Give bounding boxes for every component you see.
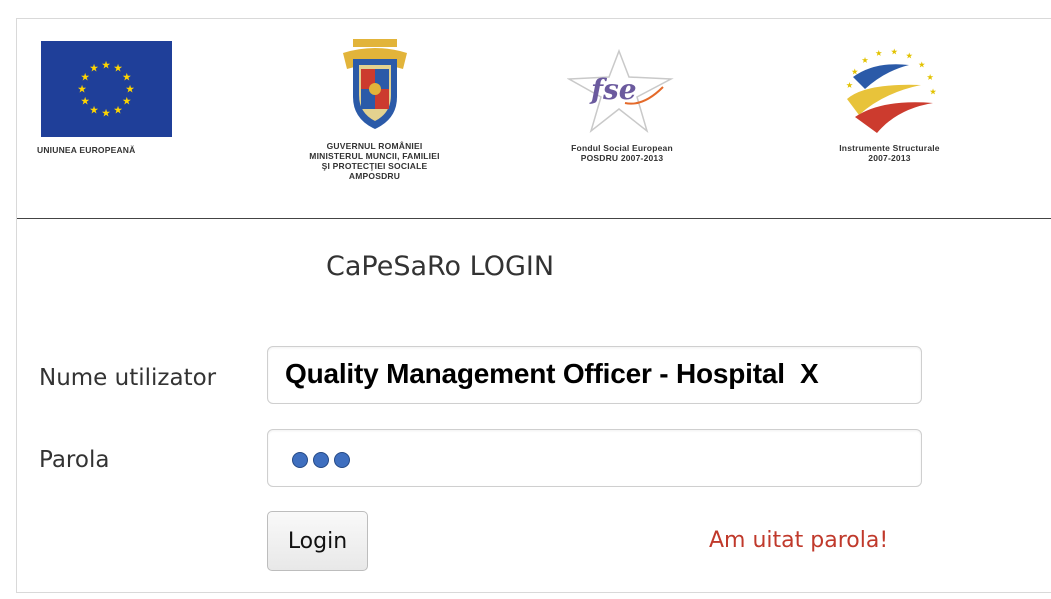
is-star-icon: ★ (926, 73, 933, 81)
is-star-icon: ★ (846, 82, 853, 90)
eu-star-icon: ★ (123, 96, 132, 106)
username-input[interactable]: Quality Management Officer - Hospital X (267, 346, 922, 404)
eu-star-icon: ★ (126, 84, 135, 94)
login-panel: ★ ★ ★ ★ ★ ★ ★ ★ ★ ★ ★ ★ UNIUNEA EUROPEANĂ GUVERNUL … (16, 18, 1051, 593)
page-title: CaPeSaRo LOGIN (326, 251, 555, 282)
government-logo: GUVERNUL ROMÂNIEI MINISTERUL MUNCII, FAM… (272, 39, 477, 181)
fse-logo: fse Fondul Social European POSDRU 2007-2… (537, 47, 707, 163)
eu-star-icon: ★ (102, 60, 111, 70)
eu-star-icon: ★ (78, 84, 87, 94)
is-star-icon: ★ (906, 52, 913, 60)
password-dot (292, 452, 308, 468)
structural-instruments-logo: ★ ★ ★ ★ ★ ★ ★ ★ ★ Instrumente Structurale 2007-2… (802, 43, 977, 163)
username-label: Nume utilizator (39, 365, 217, 391)
sponsor-header: ★ ★ ★ ★ ★ ★ ★ ★ ★ ★ ★ ★ UNIUNEA EUROPEANĂ GUVERNUL … (17, 19, 1051, 219)
gov-caption-line: AMPOSDRU (348, 171, 401, 181)
fse-mark-text: fse (589, 73, 637, 106)
gov-caption-line: GUVERNUL ROMÂNIEI (326, 141, 423, 151)
eu-star-icon: ★ (114, 63, 123, 73)
eu-logo: ★ ★ ★ ★ ★ ★ ★ ★ ★ ★ ★ ★ UNIUNEA EUROPEANĂ (37, 41, 207, 155)
eu-caption: UNIUNEA EUROPEANĂ (37, 145, 136, 155)
username-value: Quality Management Officer - Hospital X (285, 358, 819, 389)
fse-star-icon: fse (567, 48, 674, 134)
eu-star-icon: ★ (123, 72, 132, 82)
eu-star-icon: ★ (90, 63, 99, 73)
password-label: Parola (39, 447, 110, 473)
password-mask (292, 452, 355, 472)
is-caption-line: 2007-2013 (868, 153, 911, 163)
eu-star-icon: ★ (81, 96, 90, 106)
eu-star-icon: ★ (81, 72, 90, 82)
fse-caption-line: Fondul Social European (571, 143, 673, 153)
password-dot (334, 452, 350, 468)
eu-star-icon: ★ (90, 105, 99, 115)
forgot-password-link[interactable]: Am uitat parola! (709, 528, 888, 553)
structural-swirl-icon: ★★★★ ★★★★★ (846, 48, 936, 133)
is-star-icon: ★ (929, 88, 936, 96)
gov-caption-line: ŞI PROTECŢIEI SOCIALE (321, 161, 428, 171)
is-star-icon: ★ (875, 50, 882, 58)
coat-of-arms-icon (342, 39, 407, 129)
login-button[interactable]: Login (267, 511, 368, 571)
eu-star-icon: ★ (114, 105, 123, 115)
fse-caption-line: POSDRU 2007-2013 (580, 153, 664, 163)
is-star-icon: ★ (891, 48, 898, 56)
password-dot (313, 452, 329, 468)
is-star-icon: ★ (918, 61, 925, 69)
gov-caption-line: MINISTERUL MUNCII, FAMILIEI (309, 151, 440, 161)
eu-star-icon: ★ (102, 108, 111, 118)
is-star-icon: ★ (861, 57, 868, 65)
eu-flag-icon: ★ ★★★★★★★★★★★ (41, 41, 172, 137)
password-input[interactable] (267, 429, 922, 487)
is-caption-line: Instrumente Structurale (839, 143, 940, 153)
